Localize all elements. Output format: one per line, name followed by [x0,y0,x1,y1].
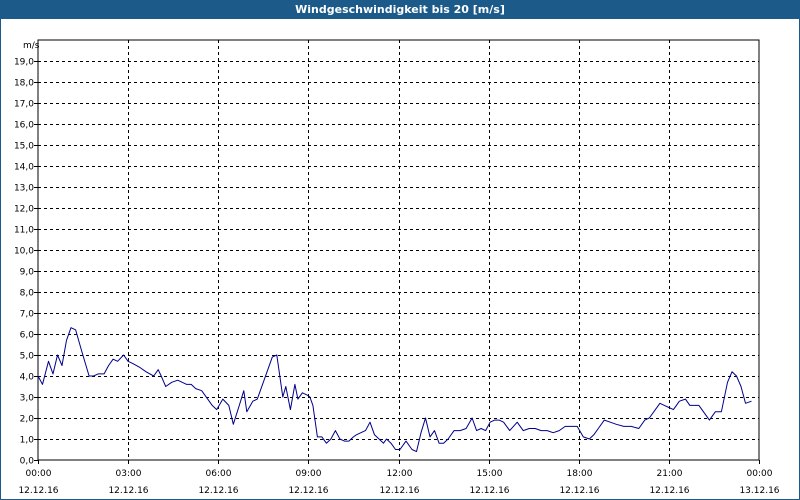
y-tick-label: 8,0 [20,289,35,299]
x-tick-date: 12.12.16 [559,486,599,496]
y-tick-label: 7,0 [20,310,35,320]
y-tick-label: 16,0 [14,121,34,131]
y-tick-label: 13,0 [14,184,34,194]
x-tick-time: 03:00 [116,469,142,479]
y-tick-label: 3,0 [20,394,35,404]
x-tick-date: 12.12.16 [198,486,238,496]
y-tick-label: 5,0 [20,352,35,362]
x-tick-date: 12.12.16 [649,486,689,496]
line-chart: 0,0 1,0 2,0 3,0 4,0 5,0 6,0 7,0 8,0 9,0 10,0 11,0 12… [14,39,780,496]
series-line-0 [37,327,752,453]
y-tick-label: 11,0 [14,226,34,236]
x-tick-date: 12.12.16 [18,486,58,496]
y-tick-label: 2,0 [20,415,35,425]
y-tick-label: 18,0 [14,79,34,89]
x-tick-date: 13.12.16 [739,486,779,496]
y-tick-label: 1,0 [20,436,35,446]
x-tick-time: 21:00 [657,469,683,479]
x-tick-date: 12.12.16 [288,486,328,496]
x-tick-time: 00:00 [747,469,773,479]
x-tick-date: 12.12.16 [379,486,419,496]
series-group [37,327,752,453]
x-tick-time: 00:00 [26,469,52,479]
y-axis: 0,0 1,0 2,0 3,0 4,0 5,0 6,0 7,0 8,0 9,0 10,0 11,0 12… [14,58,38,467]
x-tick-date: 12.12.16 [469,486,509,496]
x-tick-time: 15:00 [477,469,503,479]
y-tick-label: 15,0 [14,142,34,152]
x-axis: 00:00 12.12.16 03:00 12.12.16 06:00 12.12.16 0… [18,460,780,496]
x-tick-time: 12:00 [387,469,413,479]
y-tick-label: 17,0 [14,100,34,110]
y-tick-label: 0,0 [20,457,35,467]
y-tick-label: 19,0 [14,58,34,68]
y-tick-label: 4,0 [20,373,35,383]
x-tick-time: 18:00 [567,469,593,479]
x-tick-date: 12.12.16 [108,486,148,496]
y-tick-label: 12,0 [14,205,34,215]
y-axis-label: m/s [23,41,40,51]
y-tick-label: 10,0 [14,247,34,257]
y-tick-label: 6,0 [20,331,35,341]
y-tick-label: 14,0 [14,163,34,173]
grid-lines [38,40,759,460]
x-tick-time: 09:00 [296,469,322,479]
y-tick-label: 9,0 [20,268,35,278]
x-tick-time: 06:00 [206,469,232,479]
